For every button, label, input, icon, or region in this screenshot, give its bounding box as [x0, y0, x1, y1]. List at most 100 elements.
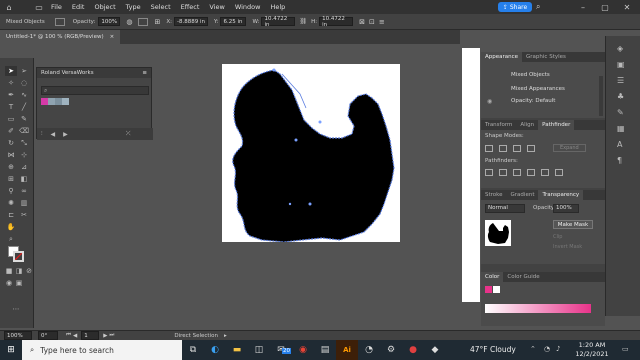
- artboard-field[interactable]: 1: [81, 331, 100, 340]
- app-icon[interactable]: ▤: [314, 340, 336, 360]
- chrome-icon[interactable]: ◉: [292, 340, 314, 360]
- line-tool-icon[interactable]: ╱: [18, 102, 30, 112]
- weather-text[interactable]: 47°F Cloudy: [470, 345, 516, 354]
- prev-artboard-icon[interactable]: ◀: [73, 333, 77, 339]
- workspace-icon[interactable]: ▭: [32, 0, 46, 14]
- color-spectrum-bar[interactable]: [485, 304, 591, 313]
- home-icon[interactable]: ⌂: [2, 0, 16, 14]
- document-tab[interactable]: Untitled-1* @ 100 % (RGB/Preview) ×: [0, 30, 121, 44]
- maximize-icon[interactable]: ▢: [594, 0, 616, 14]
- appearance-row-mixed[interactable]: Mixed Appearances: [511, 86, 565, 92]
- rotate-icon[interactable]: ↻: [5, 138, 17, 148]
- appearance-scrollbar[interactable]: [599, 76, 603, 116]
- next-icon[interactable]: ▶: [63, 131, 68, 138]
- tab-color[interactable]: Color: [481, 272, 504, 282]
- width-tool-icon[interactable]: ⋈: [5, 150, 17, 160]
- make-mask-button[interactable]: Make Mask: [553, 220, 593, 229]
- perspective-icon[interactable]: ⊿: [18, 162, 30, 172]
- opacity-field[interactable]: 100%: [98, 17, 121, 26]
- app-3-icon[interactable]: ●: [402, 340, 424, 360]
- recolor-icon[interactable]: ◍: [126, 18, 132, 26]
- search-icon[interactable]: ⌕: [536, 2, 546, 12]
- menu-type[interactable]: Type: [121, 3, 146, 11]
- type-tool-icon[interactable]: T: [5, 102, 17, 112]
- store-icon[interactable]: ◫: [248, 340, 270, 360]
- menu-edit[interactable]: Edit: [67, 3, 90, 11]
- link-icon[interactable]: ⛓: [299, 18, 307, 25]
- outline-icon[interactable]: [541, 169, 549, 176]
- magic-wand-icon[interactable]: ✧: [5, 78, 17, 88]
- symbols-icon[interactable]: ♣: [617, 92, 624, 101]
- tray-up-icon[interactable]: ⌃: [530, 345, 536, 353]
- mail-icon[interactable]: ✉ 20: [270, 340, 292, 360]
- magenta-swatch[interactable]: [41, 98, 48, 105]
- divide-icon[interactable]: [485, 169, 493, 176]
- libraries-icon[interactable]: ▣: [617, 60, 625, 69]
- app-2-icon[interactable]: ◔: [358, 340, 380, 360]
- selection-tool-icon[interactable]: ➤: [5, 66, 17, 76]
- tab-gradient[interactable]: Gradient: [507, 190, 539, 200]
- network-icon[interactable]: ◔: [544, 345, 550, 353]
- graph-icon[interactable]: ▥: [18, 198, 30, 208]
- anchor-point[interactable]: [288, 202, 292, 206]
- swatch-4[interactable]: [62, 98, 69, 105]
- symbol-sprayer-icon[interactable]: ✺: [5, 198, 17, 208]
- task-view-icon[interactable]: ⧉: [182, 340, 204, 360]
- last-artboard-icon[interactable]: ⏭: [109, 332, 114, 339]
- notifications-icon[interactable]: ▭: [622, 345, 629, 353]
- tab-color-guide[interactable]: Color Guide: [503, 272, 543, 282]
- free-transform-icon[interactable]: ⊹: [18, 150, 30, 160]
- artboard-icon[interactable]: ⊏: [5, 210, 17, 220]
- eraser-icon[interactable]: ⌫: [18, 126, 30, 136]
- anchor-point[interactable]: [294, 138, 298, 142]
- mesh-icon[interactable]: ⊞: [5, 174, 17, 184]
- trim-icon[interactable]: [499, 169, 507, 176]
- tab-align[interactable]: Align: [516, 120, 538, 130]
- clock-date[interactable]: 12/2/2021: [572, 350, 612, 358]
- eyedropper-icon[interactable]: ⚲: [5, 186, 17, 196]
- first-artboard-icon[interactable]: ⏮: [66, 332, 71, 339]
- stroke-swatch-icon[interactable]: [13, 251, 24, 262]
- clock-time[interactable]: 1:20 AM: [572, 341, 612, 349]
- transform-grid-icon[interactable]: ⊞: [154, 18, 160, 26]
- blend-mode-select[interactable]: Normal: [485, 204, 525, 213]
- rectangle-tool-icon[interactable]: ▭: [5, 114, 17, 124]
- character-icon[interactable]: A: [617, 140, 622, 149]
- anchor-point[interactable]: [308, 202, 312, 206]
- eagle-artwork[interactable]: [222, 64, 400, 243]
- anchor-point[interactable]: [318, 120, 322, 124]
- minus-front-icon[interactable]: [499, 144, 507, 152]
- fill-stroke-swatch[interactable]: [8, 246, 24, 262]
- paragraph-icon[interactable]: ¶: [617, 156, 622, 165]
- y-field[interactable]: 6.25 in: [220, 17, 247, 26]
- settings-icon[interactable]: ⚙: [380, 340, 402, 360]
- swatches-icon[interactable]: ▦: [617, 124, 625, 133]
- rotation-field[interactable]: 0°: [38, 331, 58, 340]
- zoom-field[interactable]: 100%: [4, 331, 32, 340]
- swatch-3[interactable]: [55, 98, 62, 105]
- appearance-row-opacity[interactable]: Opacity: Default: [511, 98, 555, 104]
- volume-icon[interactable]: ♪: [556, 345, 560, 353]
- direct-selection-tool-icon[interactable]: ➢: [18, 66, 30, 76]
- tab-transform[interactable]: Transform: [481, 120, 516, 130]
- prev-icon[interactable]: ◀: [51, 131, 56, 138]
- menu-view[interactable]: View: [204, 3, 229, 11]
- zoom-icon[interactable]: ⌕: [5, 234, 17, 244]
- screen-mode-icon[interactable]: ▣: [13, 278, 25, 288]
- gradient-icon[interactable]: ◧: [18, 174, 30, 184]
- transform-icon[interactable]: ⊠: [359, 18, 365, 26]
- swatch-group[interactable]: [41, 98, 69, 105]
- intersect-icon[interactable]: [513, 144, 521, 152]
- scale-icon[interactable]: ⤡: [18, 138, 30, 148]
- artboard[interactable]: [222, 64, 400, 243]
- white-swatch[interactable]: [493, 286, 500, 293]
- shaper-icon[interactable]: ✐: [5, 126, 17, 136]
- menu-window[interactable]: Window: [230, 3, 266, 11]
- blend-icon[interactable]: ∞: [18, 186, 30, 196]
- menu-file[interactable]: File: [46, 3, 67, 11]
- current-color-swatch[interactable]: [485, 286, 492, 293]
- mask-thumbnail[interactable]: [485, 220, 511, 246]
- roland-search-input[interactable]: ⌕: [41, 86, 149, 95]
- shape-builder-icon[interactable]: ⊕: [5, 162, 17, 172]
- transparency-opacity-field[interactable]: 100%: [553, 204, 579, 213]
